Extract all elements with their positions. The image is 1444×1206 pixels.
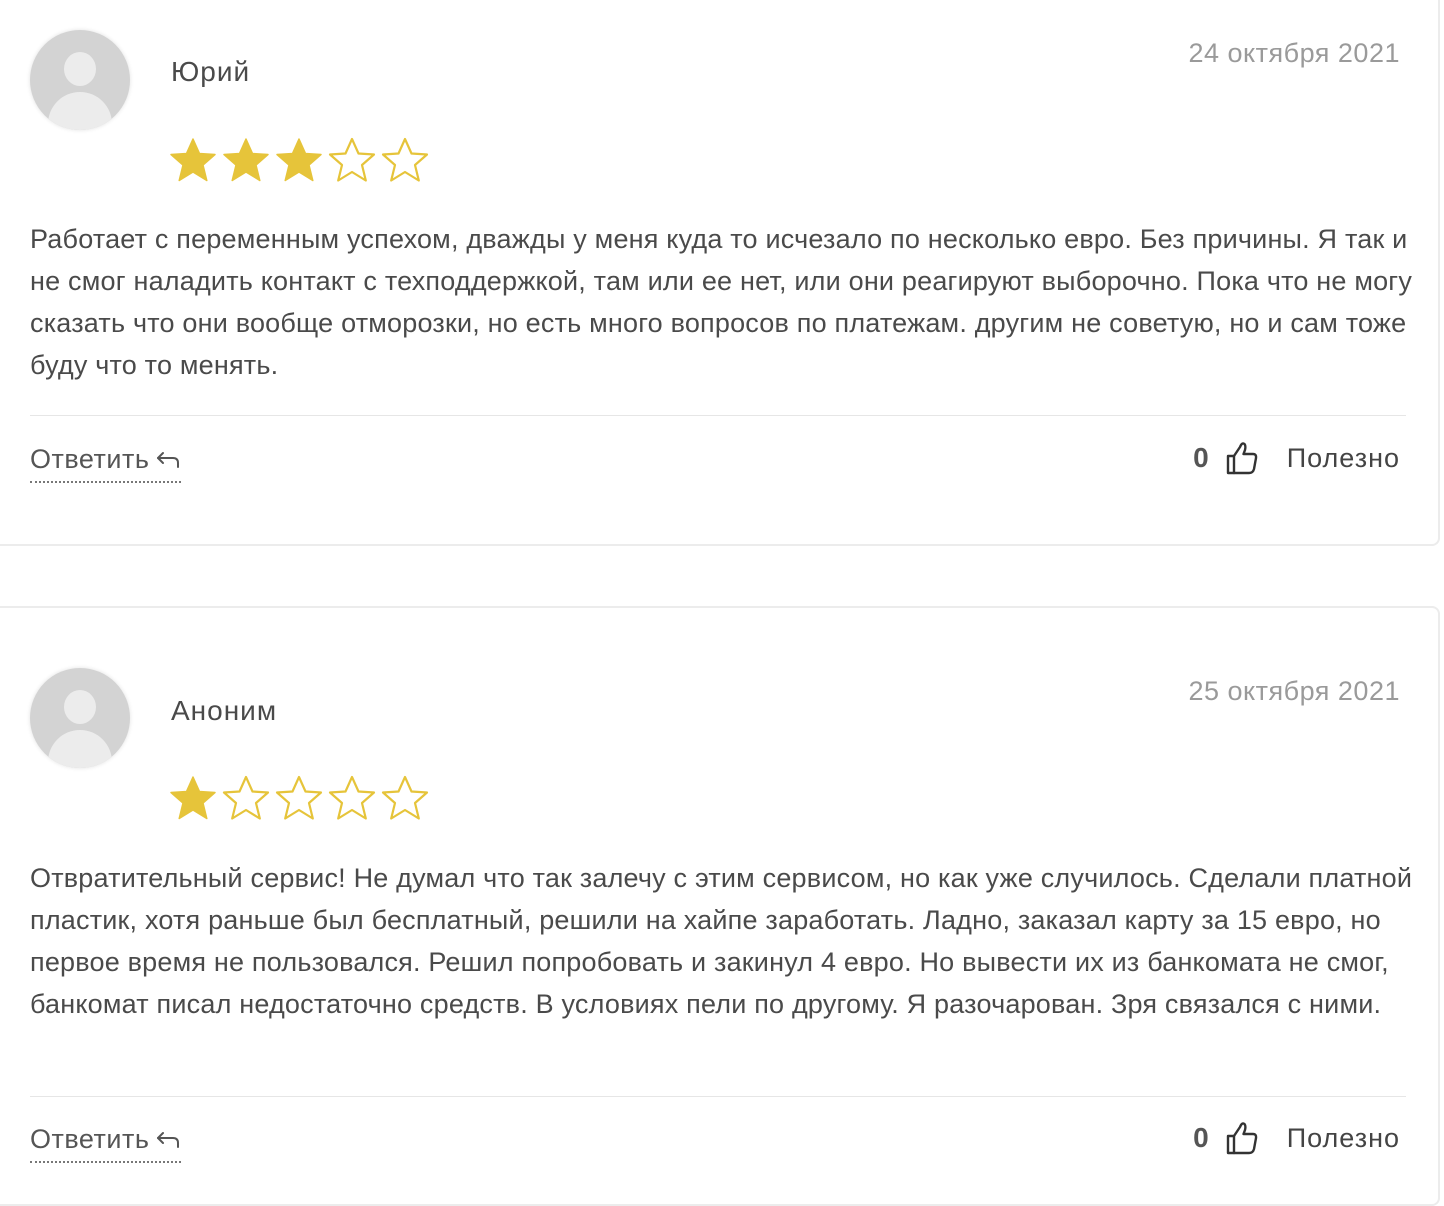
star-outline-icon [275,775,323,820]
useful-count: 0 [1193,1122,1209,1153]
useful-count: 0 [1193,442,1209,473]
review-card: Аноним 25 октября 2021 Отвратительный се… [0,606,1440,1206]
reply-button[interactable]: Ответить [30,1124,182,1163]
review-card: Юрий 24 октября 2021 Работает с переменн… [0,0,1440,546]
star-outline-icon [328,137,376,182]
star-rating [168,774,430,822]
review-date: 25 октября 2021 [1188,676,1400,706]
useful-vote: 0 Полезно [1193,1120,1400,1156]
star-outline-icon [328,775,376,820]
review-author: Юрий [171,56,251,87]
useful-button[interactable]: Полезно [1287,1123,1400,1154]
review-author: Аноним [171,695,278,726]
reply-label: Ответить [30,444,150,474]
review-date: 24 октября 2021 [1188,38,1400,68]
thumbs-up-icon[interactable] [1225,440,1259,476]
star-rating [168,136,430,184]
thumbs-up-icon[interactable] [1225,1120,1259,1156]
avatar [30,30,130,130]
star-outline-icon [381,137,429,182]
star-outline-icon [222,775,270,820]
user-placeholder-icon [64,690,96,724]
review-text: Отвратительный сервис! Не думал что так … [30,863,1413,1019]
star-icon [276,138,322,182]
reply-arrow-icon [157,1131,180,1148]
star-icon [223,138,269,182]
avatar [30,668,130,768]
star-icon [170,776,216,820]
review-text: Работает с переменным успехом, дважды у … [30,224,1413,380]
star-outline-icon [381,775,429,820]
reply-button[interactable]: Ответить [30,444,182,483]
reply-label: Ответить [30,1124,150,1154]
star-icon [170,138,216,182]
divider [30,1096,1406,1097]
user-placeholder-icon [64,52,96,86]
reply-arrow-icon [157,451,180,468]
divider [30,415,1406,416]
useful-vote: 0 Полезно [1193,440,1400,476]
useful-button[interactable]: Полезно [1287,443,1400,474]
